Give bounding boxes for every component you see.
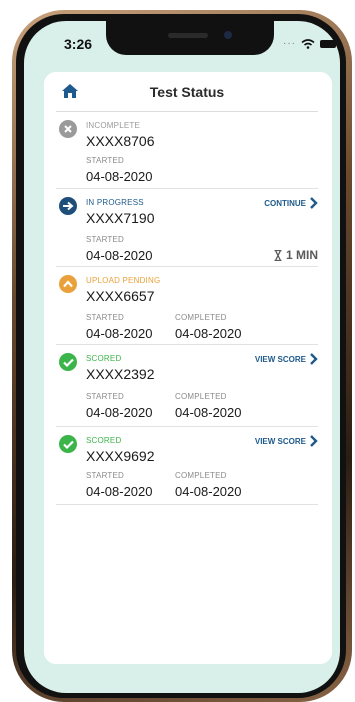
test-id: XXXX9692 — [86, 448, 155, 464]
test-id: XXXX8706 — [86, 133, 155, 149]
check-icon — [59, 435, 77, 453]
camera — [224, 31, 232, 39]
test-row[interactable]: UPLOAD PENDING XXXX6657 STARTED 04-08-20… — [56, 267, 318, 345]
started-label: STARTED — [86, 392, 124, 401]
completed-label: COMPLETED — [175, 392, 227, 401]
notch — [106, 21, 274, 55]
started-date: 04-08-2020 — [86, 326, 153, 341]
status-label: INCOMPLETE — [86, 121, 141, 130]
test-row[interactable]: INCOMPLETE XXXX8706 STARTED 04-08-2020 — [56, 112, 318, 189]
completed-date: 04-08-2020 — [175, 484, 242, 499]
battery-icon — [320, 39, 339, 48]
started-date: 04-08-2020 — [86, 484, 153, 499]
completed-label: COMPLETED — [175, 471, 227, 480]
status-label: SCORED — [86, 436, 122, 445]
page-title: Test Status — [149, 84, 225, 100]
status-time: 3:26 — [64, 36, 93, 52]
arrow-right-icon — [59, 197, 77, 215]
timer: 1 MIN — [274, 248, 318, 262]
continue-button[interactable]: CONTINUE — [264, 197, 318, 209]
completed-label: COMPLETED — [175, 313, 227, 322]
started-label: STARTED — [86, 471, 124, 480]
status-icons: ··· — [283, 38, 339, 49]
started-date: 04-08-2020 — [86, 405, 153, 420]
test-id: XXXX7190 — [86, 210, 155, 226]
speaker — [168, 33, 208, 38]
chevron-right-icon — [310, 435, 318, 447]
test-row[interactable]: SCORED XXXX9692 STARTED 04-08-2020 COMPL… — [56, 427, 318, 505]
x-icon — [59, 120, 77, 138]
status-label: IN PROGRESS — [86, 198, 144, 207]
header: Test Status — [56, 72, 318, 112]
test-row[interactable]: SCORED XXXX2392 STARTED 04-08-2020 COMPL… — [56, 345, 318, 427]
hourglass-icon — [274, 249, 282, 261]
timer-value: 1 MIN — [285, 248, 318, 262]
view-score-label: VIEW SCORE — [254, 354, 306, 364]
started-label: STARTED — [86, 156, 124, 165]
test-row[interactable]: IN PROGRESS XXXX7190 STARTED 04-08-2020 … — [56, 189, 318, 267]
chevron-up-icon — [59, 275, 77, 293]
test-id: XXXX2392 — [86, 366, 155, 382]
chevron-right-icon — [310, 353, 318, 365]
test-id: XXXX6657 — [86, 288, 155, 304]
wifi-icon — [301, 38, 315, 49]
test-status-card: Test Status INCOMPLETE XXXX8706 STARTED … — [44, 72, 332, 664]
started-date: 04-08-2020 — [86, 248, 153, 263]
view-score-label: VIEW SCORE — [254, 436, 306, 446]
completed-date: 04-08-2020 — [175, 405, 242, 420]
view-score-button[interactable]: VIEW SCORE — [255, 435, 318, 447]
check-icon — [59, 353, 77, 371]
status-label: UPLOAD PENDING — [86, 276, 161, 285]
chevron-right-icon — [310, 197, 318, 209]
started-date: 04-08-2020 — [86, 169, 153, 184]
started-label: STARTED — [86, 235, 124, 244]
view-score-button[interactable]: VIEW SCORE — [255, 353, 318, 365]
continue-label: CONTINUE — [264, 198, 306, 208]
started-label: STARTED — [86, 313, 124, 322]
signal-dots-icon: ··· — [283, 38, 296, 49]
status-label: SCORED — [86, 354, 122, 363]
completed-date: 04-08-2020 — [175, 326, 242, 341]
